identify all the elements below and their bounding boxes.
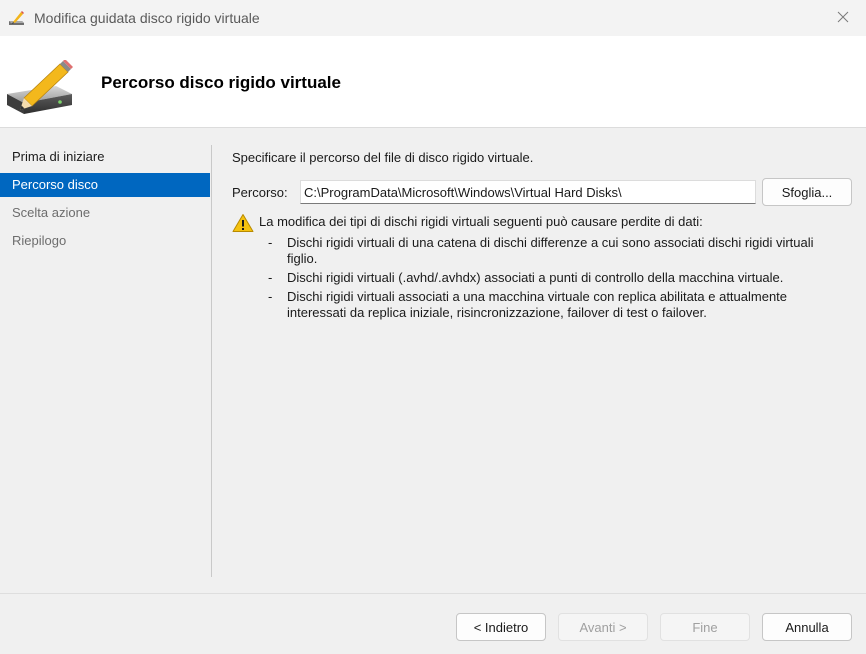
nav-item-riepilogo: Riepilogo (12, 233, 67, 248)
path-row: Percorso: Sfoglia... (232, 178, 852, 206)
nav-item-percorso-disco[interactable]: Percorso disco (0, 173, 210, 197)
title-bar: Modifica guidata disco rigido virtuale (0, 0, 866, 36)
content-panel: Specificare il percorso del file di disc… (232, 150, 852, 324)
nav-item-prima-di-iniziare[interactable]: Prima di iniziare (0, 145, 210, 169)
window-title: Modifica guidata disco rigido virtuale (34, 10, 260, 26)
wizard-header: Percorso disco rigido virtuale (0, 36, 866, 128)
bullet-dash: - (268, 270, 273, 285)
page-title: Percorso disco rigido virtuale (101, 73, 341, 92)
data-loss-warning: La modifica dei tipi di dischi rigidi vi… (232, 213, 852, 324)
warning-list: - Dischi rigidi virtuali di una catena d… (259, 235, 839, 321)
list-item-text: Dischi rigidi virtuali di una catena di … (287, 235, 814, 266)
warning-text: La modifica dei tipi di dischi rigidi vi… (259, 214, 703, 229)
hard-disk-pencil-icon (7, 60, 73, 114)
cancel-button[interactable]: Annulla (762, 613, 852, 641)
nav-item-scelta-azione: Scelta azione (12, 205, 91, 220)
path-input[interactable] (300, 180, 756, 204)
finish-button: Fine (660, 613, 750, 641)
list-item-text: Dischi rigidi virtuali (.avhd/.avhdx) as… (287, 270, 784, 285)
bullet-dash: - (268, 289, 273, 304)
wizard-disk-pencil-icon (9, 11, 24, 25)
intro-text: Specificare il percorso del file di disc… (232, 150, 534, 165)
list-item: - Dischi rigidi virtuali di una catena d… (259, 235, 839, 267)
warning-body: La modifica dei tipi di dischi rigidi vi… (259, 213, 839, 324)
wizard-footer: < Indietro Avanti > Fine Annulla (0, 594, 866, 654)
close-icon (837, 11, 849, 23)
close-button[interactable] (820, 0, 866, 34)
list-item: - Dischi rigidi virtuali (.avhd/.avhdx) … (259, 270, 839, 286)
nav-divider (211, 145, 212, 577)
warning-icon (232, 214, 254, 232)
browse-button[interactable]: Sfoglia... (762, 178, 852, 206)
path-label: Percorso: (232, 184, 288, 200)
list-item-text: Dischi rigidi virtuali associati a una m… (287, 289, 788, 320)
bullet-dash: - (268, 235, 273, 250)
wizard-steps-nav: Prima di iniziare Percorso disco Scelta … (0, 145, 210, 257)
next-button: Avanti > (558, 613, 648, 641)
list-item: - Dischi rigidi virtuali associati a una… (259, 289, 839, 321)
wizard-window: Modifica guidata disco rigido virtuale P… (0, 0, 866, 654)
back-button[interactable]: < Indietro (456, 613, 546, 641)
